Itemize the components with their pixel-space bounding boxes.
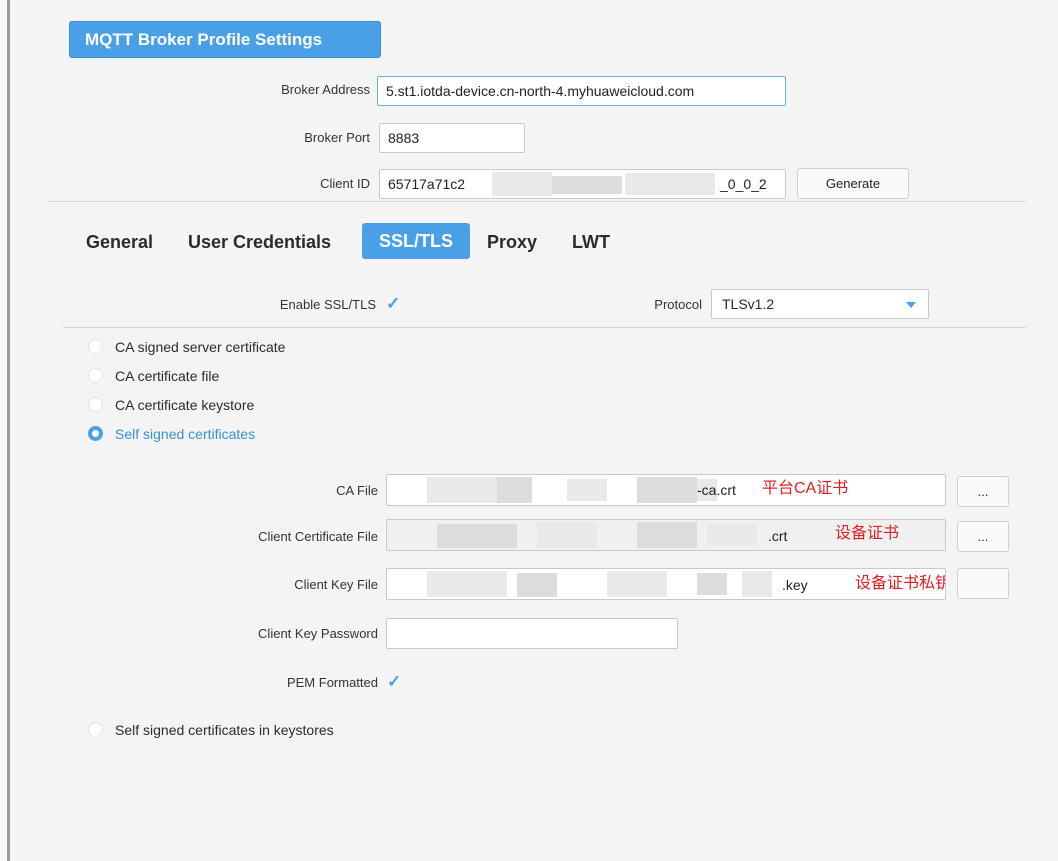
ca-file-input[interactable]: -ca.crt 平台CA证书 <box>386 474 946 506</box>
redacted-block <box>637 477 697 503</box>
redacted-block <box>517 573 557 597</box>
radio-label: Self signed certificates <box>115 426 256 442</box>
tab-user-credentials[interactable]: User Credentials <box>188 227 331 257</box>
redacted-block <box>742 571 772 597</box>
client-key-password-label: Client Key Password <box>258 626 378 641</box>
divider <box>48 201 1026 202</box>
page-title: MQTT Broker Profile Settings <box>69 21 381 58</box>
redacted-block <box>427 571 507 597</box>
radio-label: Self signed certificates in keystores <box>115 722 334 738</box>
radio-label: CA signed server certificate <box>115 339 286 355</box>
redacted-block <box>637 522 697 548</box>
ca-file-label: CA File <box>336 483 378 498</box>
radio-label: CA certificate keystore <box>115 397 255 413</box>
client-id-suffix: _0_0_2 <box>720 176 767 192</box>
tab-lwt[interactable]: LWT <box>572 227 610 257</box>
client-id-input[interactable]: 65717a71c2 _0_0_2 <box>379 169 786 199</box>
redacted-block <box>707 524 757 546</box>
tab-proxy[interactable]: Proxy <box>487 227 537 257</box>
client-cert-value: .crt <box>768 528 788 544</box>
redacted-block <box>697 573 727 595</box>
redacted-block <box>607 571 667 597</box>
client-id-prefix: 65717a71c2 <box>388 176 466 192</box>
radio-self-signed-keystores[interactable] <box>88 722 103 737</box>
client-key-label: Client Key File <box>294 577 378 592</box>
ca-file-value: -ca.crt <box>697 482 736 498</box>
generate-button[interactable]: Generate <box>797 168 909 199</box>
tab-general[interactable]: General <box>86 227 153 257</box>
enable-ssl-label: Enable SSL/TLS <box>279 297 376 312</box>
client-key-annotation: 设备证书私钥 <box>855 575 946 592</box>
broker-address-input[interactable]: 5.st1.iotda-device.cn-north-4.myhuaweicl… <box>377 76 786 106</box>
broker-address-label: Broker Address <box>281 82 370 97</box>
tab-ssl-tls[interactable]: SSL/TLS <box>362 223 470 259</box>
radio-ca-signed-server[interactable] <box>88 339 103 354</box>
pem-formatted-checkbox[interactable]: ✓ <box>387 672 401 692</box>
protocol-select[interactable]: TLSv1.2 <box>711 289 929 319</box>
redacted-block <box>497 477 532 503</box>
client-key-browse-button[interactable] <box>957 568 1009 599</box>
redacted-block <box>625 173 715 195</box>
client-key-password-input[interactable] <box>386 618 678 649</box>
ca-file-browse-button[interactable]: ... <box>957 476 1009 507</box>
chevron-down-icon <box>906 302 916 308</box>
redacted-block <box>537 522 597 548</box>
protocol-value: TLSv1.2 <box>722 296 775 312</box>
client-cert-input[interactable]: .crt 设备证书 <box>386 519 946 551</box>
enable-ssl-checkbox[interactable]: ✓ <box>386 294 400 314</box>
redacted-block <box>492 172 552 196</box>
radio-label: CA certificate file <box>115 368 220 384</box>
client-id-label: Client ID <box>320 176 370 191</box>
client-key-value: .key <box>782 577 808 593</box>
radio-ca-certificate-keystore[interactable] <box>88 397 103 412</box>
client-cert-browse-button[interactable]: ... <box>957 521 1009 552</box>
protocol-label: Protocol <box>654 297 702 312</box>
redacted-block <box>567 479 607 501</box>
left-edge-bar <box>0 0 10 861</box>
ca-file-annotation: 平台CA证书 <box>762 480 849 497</box>
client-cert-annotation: 设备证书 <box>835 525 900 542</box>
pem-formatted-label: PEM Formatted <box>286 675 378 690</box>
client-cert-label: Client Certificate File <box>258 529 378 544</box>
radio-ca-certificate-file[interactable] <box>88 368 103 383</box>
radio-self-signed-certificates[interactable] <box>88 426 103 441</box>
redacted-block <box>427 477 497 503</box>
divider <box>63 327 1026 328</box>
redacted-block <box>552 176 622 194</box>
client-key-input[interactable]: .key 设备证书私钥 <box>386 568 946 600</box>
redacted-block <box>437 524 517 548</box>
broker-port-input[interactable]: 8883 <box>379 123 525 153</box>
broker-port-label: Broker Port <box>304 130 370 145</box>
